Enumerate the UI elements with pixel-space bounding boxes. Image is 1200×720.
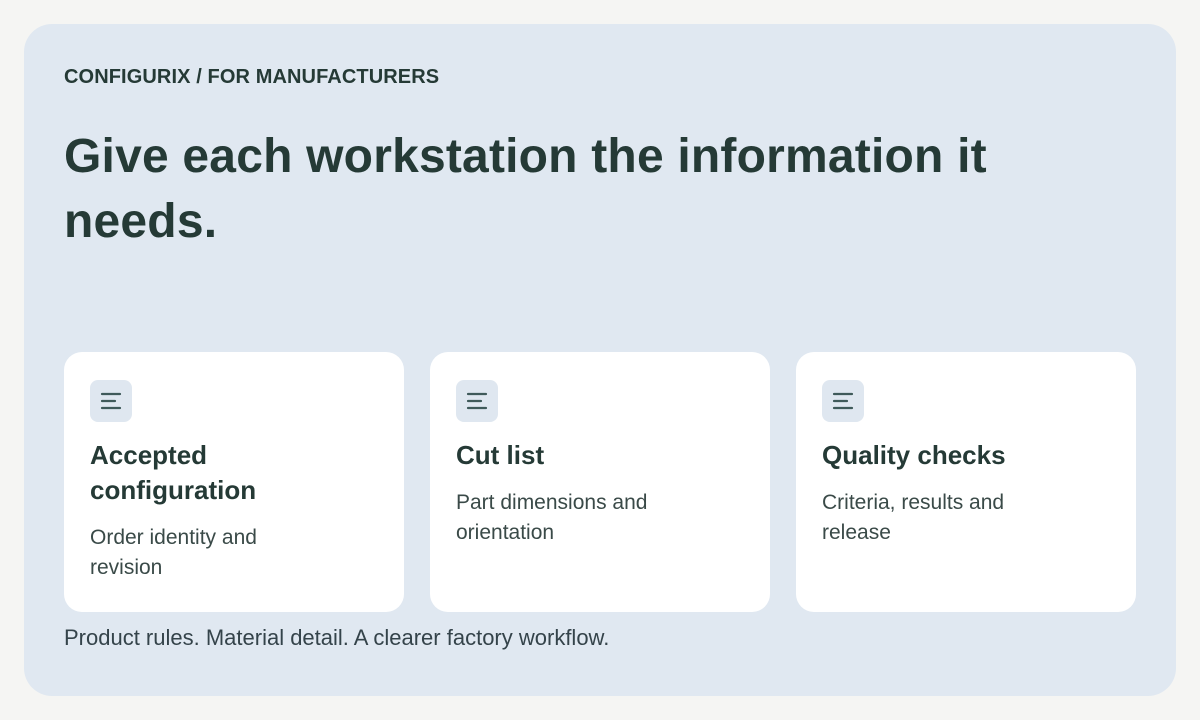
card-title: Accepted configuration <box>90 440 257 505</box>
card-description: Criteria, results and release <box>822 491 1005 544</box>
card-title: Cut list <box>456 440 545 470</box>
card-description: Part dimensions and orientation <box>456 491 648 544</box>
feature-card-quality-checks: Quality checks Criteria, results and rel… <box>796 352 1136 612</box>
feature-card-cut-list: Cut list Part dimensions and orientation <box>430 352 770 612</box>
hero-panel: CONFIGURIX / FOR MANUFACTURERS Give each… <box>24 24 1176 696</box>
page-title: Give each workstation the information it… <box>64 130 987 248</box>
list-lines-icon <box>90 380 132 422</box>
card-title: Quality checks <box>822 440 1006 470</box>
feature-card-accepted-configuration: Accepted configuration Order identity an… <box>64 352 404 612</box>
list-lines-icon <box>822 380 864 422</box>
breadcrumb: CONFIGURIX / FOR MANUFACTURERS <box>64 66 440 88</box>
card-description: Order identity and revision <box>90 526 257 579</box>
list-lines-icon <box>456 380 498 422</box>
tagline: Product rules. Material detail. A cleare… <box>64 625 610 650</box>
